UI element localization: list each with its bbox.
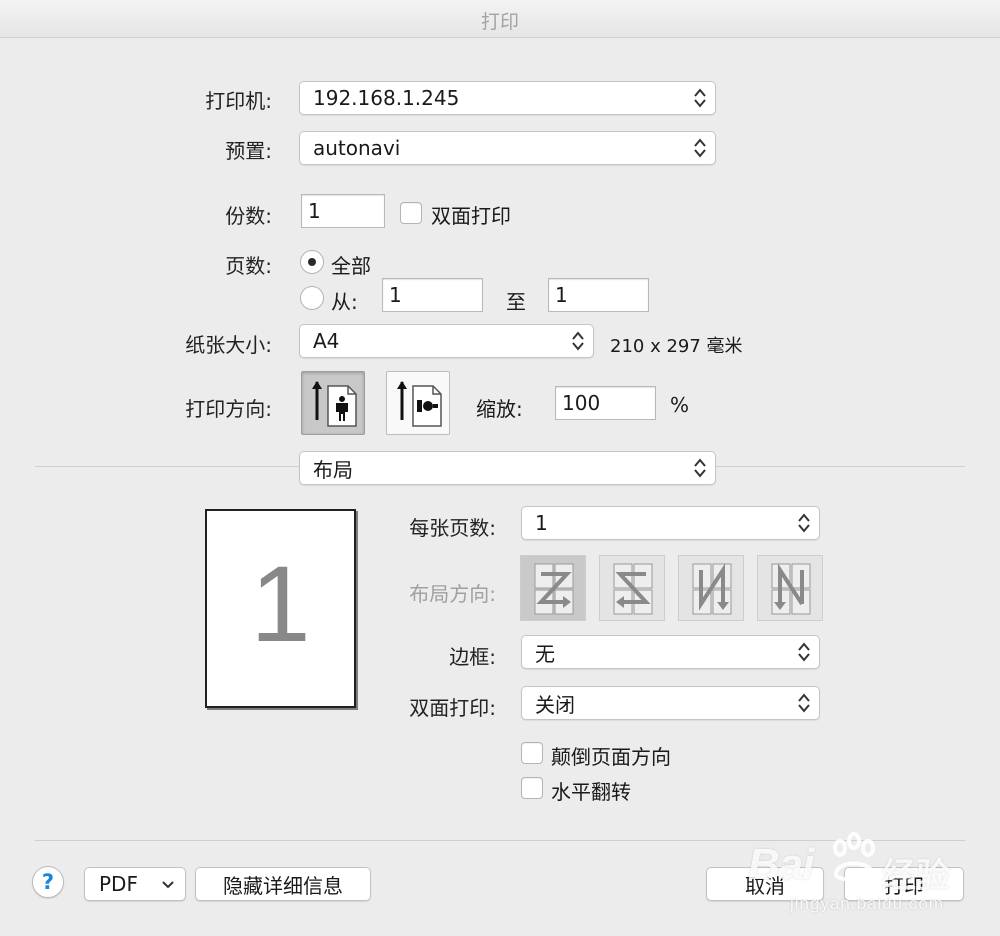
landscape-orientation-icon bbox=[397, 381, 442, 427]
printer-value: 192.168.1.245 bbox=[313, 86, 460, 110]
reverse-n-icon bbox=[771, 563, 811, 615]
printer-label: 打印机: bbox=[205, 89, 272, 113]
up-down-chevron-icon bbox=[694, 458, 706, 478]
copies-value: 1 bbox=[308, 199, 321, 223]
up-down-chevron-icon bbox=[694, 88, 706, 108]
paper-size-label: 纸张大小: bbox=[185, 333, 272, 357]
pages-from-label: 从: bbox=[331, 290, 358, 314]
reverse-z-icon bbox=[613, 563, 653, 615]
flip-horizontal-label: 水平翻转 bbox=[551, 780, 631, 804]
section-value: 布局 bbox=[313, 457, 353, 482]
pages-to-value: 1 bbox=[555, 283, 568, 307]
pages-per-sheet-value: 1 bbox=[535, 511, 548, 535]
help-icon: ? bbox=[41, 870, 55, 894]
two-sided-value: 关闭 bbox=[535, 692, 575, 717]
pages-label: 页数: bbox=[225, 254, 272, 278]
section-popup[interactable]: 布局 bbox=[299, 451, 716, 485]
two-sided-label: 双面打印: bbox=[409, 696, 496, 720]
duplex-checkbox[interactable] bbox=[400, 202, 422, 224]
layout-direction-reverse-n-button[interactable] bbox=[757, 555, 823, 621]
scale-unit: % bbox=[670, 393, 690, 417]
layout-direction-n-button[interactable] bbox=[678, 555, 744, 621]
presets-popup[interactable]: autonavi bbox=[299, 131, 716, 165]
pages-from-input[interactable]: 1 bbox=[382, 278, 483, 312]
pages-all-radio[interactable] bbox=[300, 250, 324, 274]
hide-details-label: 隐藏详细信息 bbox=[223, 873, 343, 898]
up-down-chevron-icon bbox=[798, 693, 810, 713]
presets-value: autonavi bbox=[313, 136, 401, 160]
pages-to-label: 至 bbox=[506, 290, 526, 314]
border-label: 边框: bbox=[449, 645, 496, 669]
paper-size-popup[interactable]: A4 bbox=[299, 324, 594, 358]
border-value: 无 bbox=[535, 641, 555, 666]
watermark-url: jingyan.baidu.com bbox=[790, 894, 945, 913]
reverse-orientation-label: 颠倒页面方向 bbox=[551, 745, 671, 769]
presets-label: 预置: bbox=[225, 139, 272, 163]
help-button[interactable]: ? bbox=[32, 866, 64, 898]
pages-all-label: 全部 bbox=[331, 254, 371, 278]
pages-per-sheet-popup[interactable]: 1 bbox=[521, 506, 820, 540]
watermark-brand-right: 经验 bbox=[882, 857, 950, 895]
title-bar: 打印 bbox=[0, 0, 1000, 38]
layout-direction-reverse-z-button[interactable] bbox=[599, 555, 665, 621]
hide-details-button[interactable]: 隐藏详细信息 bbox=[195, 867, 371, 901]
preview-page-number: 1 bbox=[250, 543, 311, 664]
copies-label: 份数: bbox=[225, 204, 272, 228]
chevron-down-icon bbox=[162, 881, 174, 889]
pages-to-input[interactable]: 1 bbox=[548, 278, 649, 312]
paper-dimensions: 210 x 297 毫米 bbox=[610, 336, 743, 357]
n-icon bbox=[692, 563, 732, 615]
up-down-chevron-icon bbox=[798, 513, 810, 533]
pages-per-sheet-label: 每张页数: bbox=[409, 516, 496, 540]
layout-direction-z-button[interactable] bbox=[520, 555, 586, 621]
scale-input[interactable]: 100 bbox=[555, 386, 656, 420]
flip-horizontal-checkbox[interactable] bbox=[521, 777, 543, 799]
scale-label: 缩放: bbox=[476, 397, 523, 421]
portrait-orientation-icon bbox=[312, 381, 357, 427]
portrait-orientation-button[interactable] bbox=[301, 371, 365, 435]
watermark-brand-left: Bai bbox=[748, 840, 814, 889]
pages-from-value: 1 bbox=[389, 283, 402, 307]
orientation-label: 打印方向: bbox=[185, 397, 272, 421]
up-down-chevron-icon bbox=[572, 331, 584, 351]
scale-value: 100 bbox=[562, 391, 601, 415]
copies-input[interactable]: 1 bbox=[301, 194, 385, 228]
window-title: 打印 bbox=[480, 11, 519, 33]
duplex-label: 双面打印 bbox=[431, 204, 511, 228]
pages-range-radio[interactable] bbox=[300, 286, 324, 310]
reverse-orientation-checkbox[interactable] bbox=[521, 742, 543, 764]
layout-direction-label: 布局方向: bbox=[409, 582, 496, 606]
pdf-label: PDF bbox=[99, 872, 138, 896]
up-down-chevron-icon bbox=[694, 138, 706, 158]
landscape-orientation-button[interactable] bbox=[386, 371, 450, 435]
paw-logo-icon bbox=[833, 832, 875, 882]
paper-size-value: A4 bbox=[313, 329, 340, 353]
page-preview: 1 bbox=[205, 509, 356, 708]
up-down-chevron-icon bbox=[798, 642, 810, 662]
printer-popup[interactable]: 192.168.1.245 bbox=[299, 81, 716, 115]
pdf-menu-button[interactable]: PDF bbox=[84, 867, 186, 901]
z-icon bbox=[534, 563, 574, 615]
border-popup[interactable]: 无 bbox=[521, 635, 820, 669]
two-sided-popup[interactable]: 关闭 bbox=[521, 686, 820, 720]
